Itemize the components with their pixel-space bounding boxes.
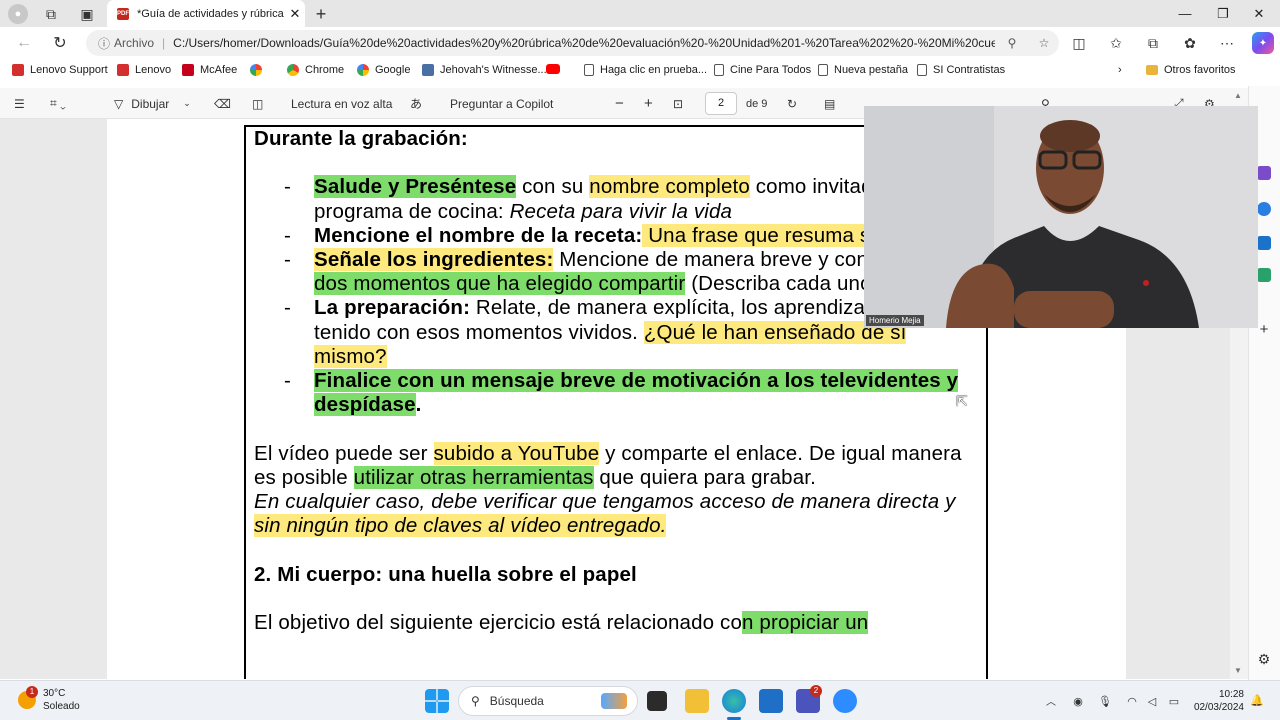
translate-icon[interactable]: あ [410,88,422,119]
paragraph-objetivo: El objetivo del siguiente ejercicio está… [254,611,869,634]
zoom-icon[interactable]: ⚲ [995,36,1029,50]
heading-mi-cuerpo: 2. Mi cuerpo: una huella sobre el papel [254,562,637,586]
url-prefix: Archivo [114,36,155,50]
bookmark-youtube[interactable] [546,64,566,74]
zoom-app-icon[interactable] [833,689,857,713]
sidebar-outlook-icon[interactable] [1257,236,1271,250]
weather-widget[interactable]: 30°C Soleado [43,687,80,713]
page-number-input[interactable]: 2 [705,92,737,115]
chevron-right-icon[interactable]: › [1118,64,1122,76]
tab-actions-icon[interactable]: ▣ [78,5,96,23]
paragraph-acceso: En cualquier caso, debe verificar que te… [254,490,956,538]
workspaces-icon[interactable]: ⧉ [42,5,60,23]
close-window-icon[interactable]: ✕ [1236,0,1280,27]
taskbar: 1 30°C Soleado ⚲ Búsqueda 2 ︿ ◉ 🎙 ◠ ◁ ▭ … [0,680,1280,720]
wifi-icon[interactable]: ◠ [1124,693,1140,709]
copilot-icon[interactable]: ✦ [1252,32,1274,54]
menu-icon[interactable]: ⋯ [1218,34,1236,52]
presenter-name: Homerio Mejia [866,315,924,326]
info-icon[interactable]: ⓘ [98,35,110,52]
bookmark-haga-clic[interactable]: Haga clic en prueba... [584,64,707,76]
split-screen-icon[interactable]: ◫ [1070,34,1088,52]
store-icon[interactable] [759,689,783,713]
two-page-icon[interactable]: ▤ [824,88,835,119]
collections-icon[interactable]: ⧉ [1144,34,1162,52]
notification-bell-icon[interactable]: 🔔 [1250,693,1264,707]
add-sidebar-icon[interactable]: + [1257,321,1271,338]
sidebar-app-icon[interactable] [1257,166,1271,180]
profile-icon[interactable]: ● [8,4,28,24]
bookmark-mcafee[interactable]: McAfee [182,64,237,76]
task-view-icon[interactable] [647,691,667,711]
refresh-icon[interactable]: ↻ [50,33,70,53]
close-tab-icon[interactable]: ✕ [285,6,305,22]
url-box[interactable]: ⓘ Archivo | C:/Users/homer/Downloads/Guí… [86,30,1059,56]
weather-condition: Soleado [43,701,80,712]
favorites-bar: Lenovo Support Lenovo McAfee Chrome Goog… [0,59,1280,85]
temperature: 30°C [43,688,66,699]
bookmark-google[interactable]: Google [357,64,410,76]
taskbar-search[interactable]: ⚲ Búsqueda [458,686,638,716]
search-icon: ⚲ [471,694,480,708]
rotate-icon[interactable]: ↻ [787,88,797,119]
bookmark-cine[interactable]: Cine Para Todos [714,64,811,76]
sidebar-settings-icon[interactable]: ⚙ [1257,651,1271,667]
webcam-overlay: Homerio Mejia [864,106,1258,328]
weather-badge: 1 [26,686,38,698]
draw-icon: ▽ [114,96,124,111]
bookmark-jw[interactable]: Jehovah's Witnesse... [422,64,547,76]
paragraph-youtube: El vídeo puede ser subido a YouTube y co… [254,441,962,489]
favorite-star-icon[interactable]: ☆ [1029,36,1059,50]
bookmark-chrome[interactable]: Chrome [287,64,344,76]
page-count: de 9 [746,97,768,110]
bookmark-google-g[interactable] [250,64,268,76]
volume-icon[interactable]: ◁ [1144,693,1160,709]
bookmark-lenovo[interactable]: Lenovo [117,64,171,76]
microphone-icon[interactable]: 🎙 [1098,693,1112,709]
sidebar-app-icon[interactable] [1257,268,1271,282]
pdf-icon: PDF [117,7,129,20]
time: 10:28 [1218,689,1244,700]
active-tab[interactable]: PDF *Guía de actividades y rúbrica de ev… [107,0,305,27]
list-item: - Finalice con un mensaje breve de motiv… [284,369,959,417]
teams-badge: 2 [810,685,822,697]
tray-app-icon[interactable]: ◉ [1070,693,1086,709]
draw-button[interactable]: ▽ Dibujar ⌄ [114,88,191,119]
start-icon[interactable] [425,689,449,713]
contents-icon[interactable]: ☰ [14,88,25,119]
edge-icon[interactable] [722,689,746,713]
ask-copilot-button[interactable]: Preguntar a Copilot [450,88,553,119]
back-icon[interactable]: ← [14,33,34,53]
bookmark-si-contratistas[interactable]: SI Contratistas [917,64,1005,76]
zoom-out-icon[interactable]: − [615,88,624,119]
date: 02/03/2024 [1193,702,1244,713]
highlight-icon[interactable]: ⌗ ⌄ [50,88,66,119]
read-aloud-button[interactable]: Lectura en voz alta [291,88,392,119]
presenter-image [864,106,1258,328]
clock[interactable]: 10:28 02/03/2024 [1192,688,1244,714]
mouse-cursor-icon: ⇱ [956,393,968,409]
file-explorer-icon[interactable] [685,689,709,713]
new-tab-icon[interactable]: + [311,4,331,24]
bookmark-nueva-pestana[interactable]: Nueva pestaña [818,64,908,76]
page-view-icon[interactable]: ◫ [252,88,263,119]
url-text[interactable]: C:/Users/homer/Downloads/Guía%20de%20act… [173,36,995,50]
sidebar-app-icon[interactable] [1257,202,1271,216]
favorites-icon[interactable]: ✩ [1107,34,1125,52]
eraser-icon[interactable]: ⌫ [214,88,231,119]
tab-title: *Guía de actividades y rúbrica de evalua… [137,7,285,20]
zoom-in-icon[interactable]: + [644,88,653,119]
battery-icon[interactable]: ▭ [1166,693,1182,709]
fit-page-icon[interactable]: ⊡ [673,88,683,119]
tab-bar: ● ⧉ ▣ PDF *Guía de actividades y rúbrica… [0,0,1280,27]
search-highlight-icon [601,693,627,709]
bookmark-otros-favoritos[interactable]: Otros favoritos [1146,64,1236,76]
extensions-icon[interactable]: ✿ [1181,34,1199,52]
address-bar: ← ↻ ⓘ Archivo | C:/Users/homer/Downloads… [0,27,1280,59]
chevron-up-icon[interactable]: ︿ [1044,693,1058,708]
draw-label: Dibujar [131,96,170,111]
bookmark-lenovo-support[interactable]: Lenovo Support [12,64,108,76]
